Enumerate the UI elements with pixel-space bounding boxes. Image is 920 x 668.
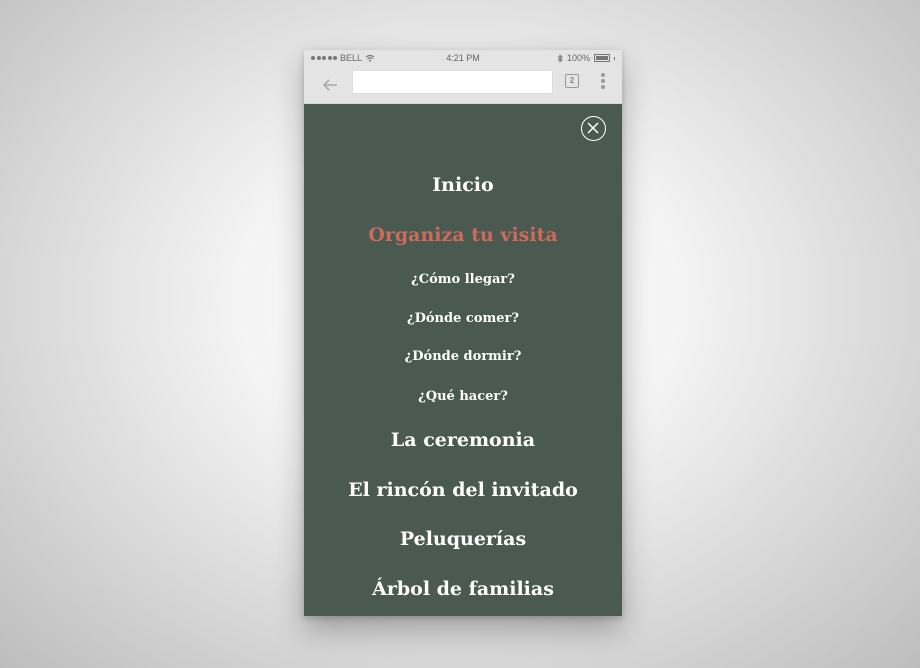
submenu-item-como-llegar[interactable]: ¿Cómo llegar? xyxy=(304,272,622,287)
browser-toolbar: 2 xyxy=(304,68,622,104)
back-arrow-icon[interactable] xyxy=(320,75,340,95)
status-bar: BELL 4:21 PM 100% xyxy=(304,50,622,68)
status-right: 100% xyxy=(557,53,615,63)
menu-item-la-ceremonia[interactable]: La ceremonia xyxy=(304,429,622,451)
more-options-icon[interactable] xyxy=(600,73,606,91)
close-icon xyxy=(587,122,599,134)
url-bar[interactable] xyxy=(352,70,553,94)
menu-item-organiza-tu-visita[interactable]: Organiza tu visita xyxy=(304,224,622,246)
menu-item-peluquerias[interactable]: Peluquerías xyxy=(304,528,622,550)
battery-label: 100% xyxy=(566,53,590,63)
close-menu-button[interactable] xyxy=(581,116,606,141)
tab-count-button[interactable]: 2 xyxy=(565,74,579,88)
phone-frame: BELL 4:21 PM 100% 2 Inicio Organiza tu v… xyxy=(304,50,622,616)
battery-cap xyxy=(614,56,615,60)
menu-item-inicio[interactable]: Inicio xyxy=(304,174,622,196)
submenu-item-que-hacer[interactable]: ¿Qué hacer? xyxy=(304,389,622,404)
menu-item-arbol-de-familias[interactable]: Árbol de familias xyxy=(304,578,622,600)
submenu-item-donde-comer[interactable]: ¿Dónde comer? xyxy=(304,311,622,326)
battery-icon xyxy=(594,54,610,62)
menu-item-el-rincon-del-invitado[interactable]: El rincón del invitado xyxy=(304,479,622,501)
submenu-item-donde-dormir[interactable]: ¿Dónde dormir? xyxy=(304,349,622,364)
bluetooth-icon xyxy=(557,53,563,63)
